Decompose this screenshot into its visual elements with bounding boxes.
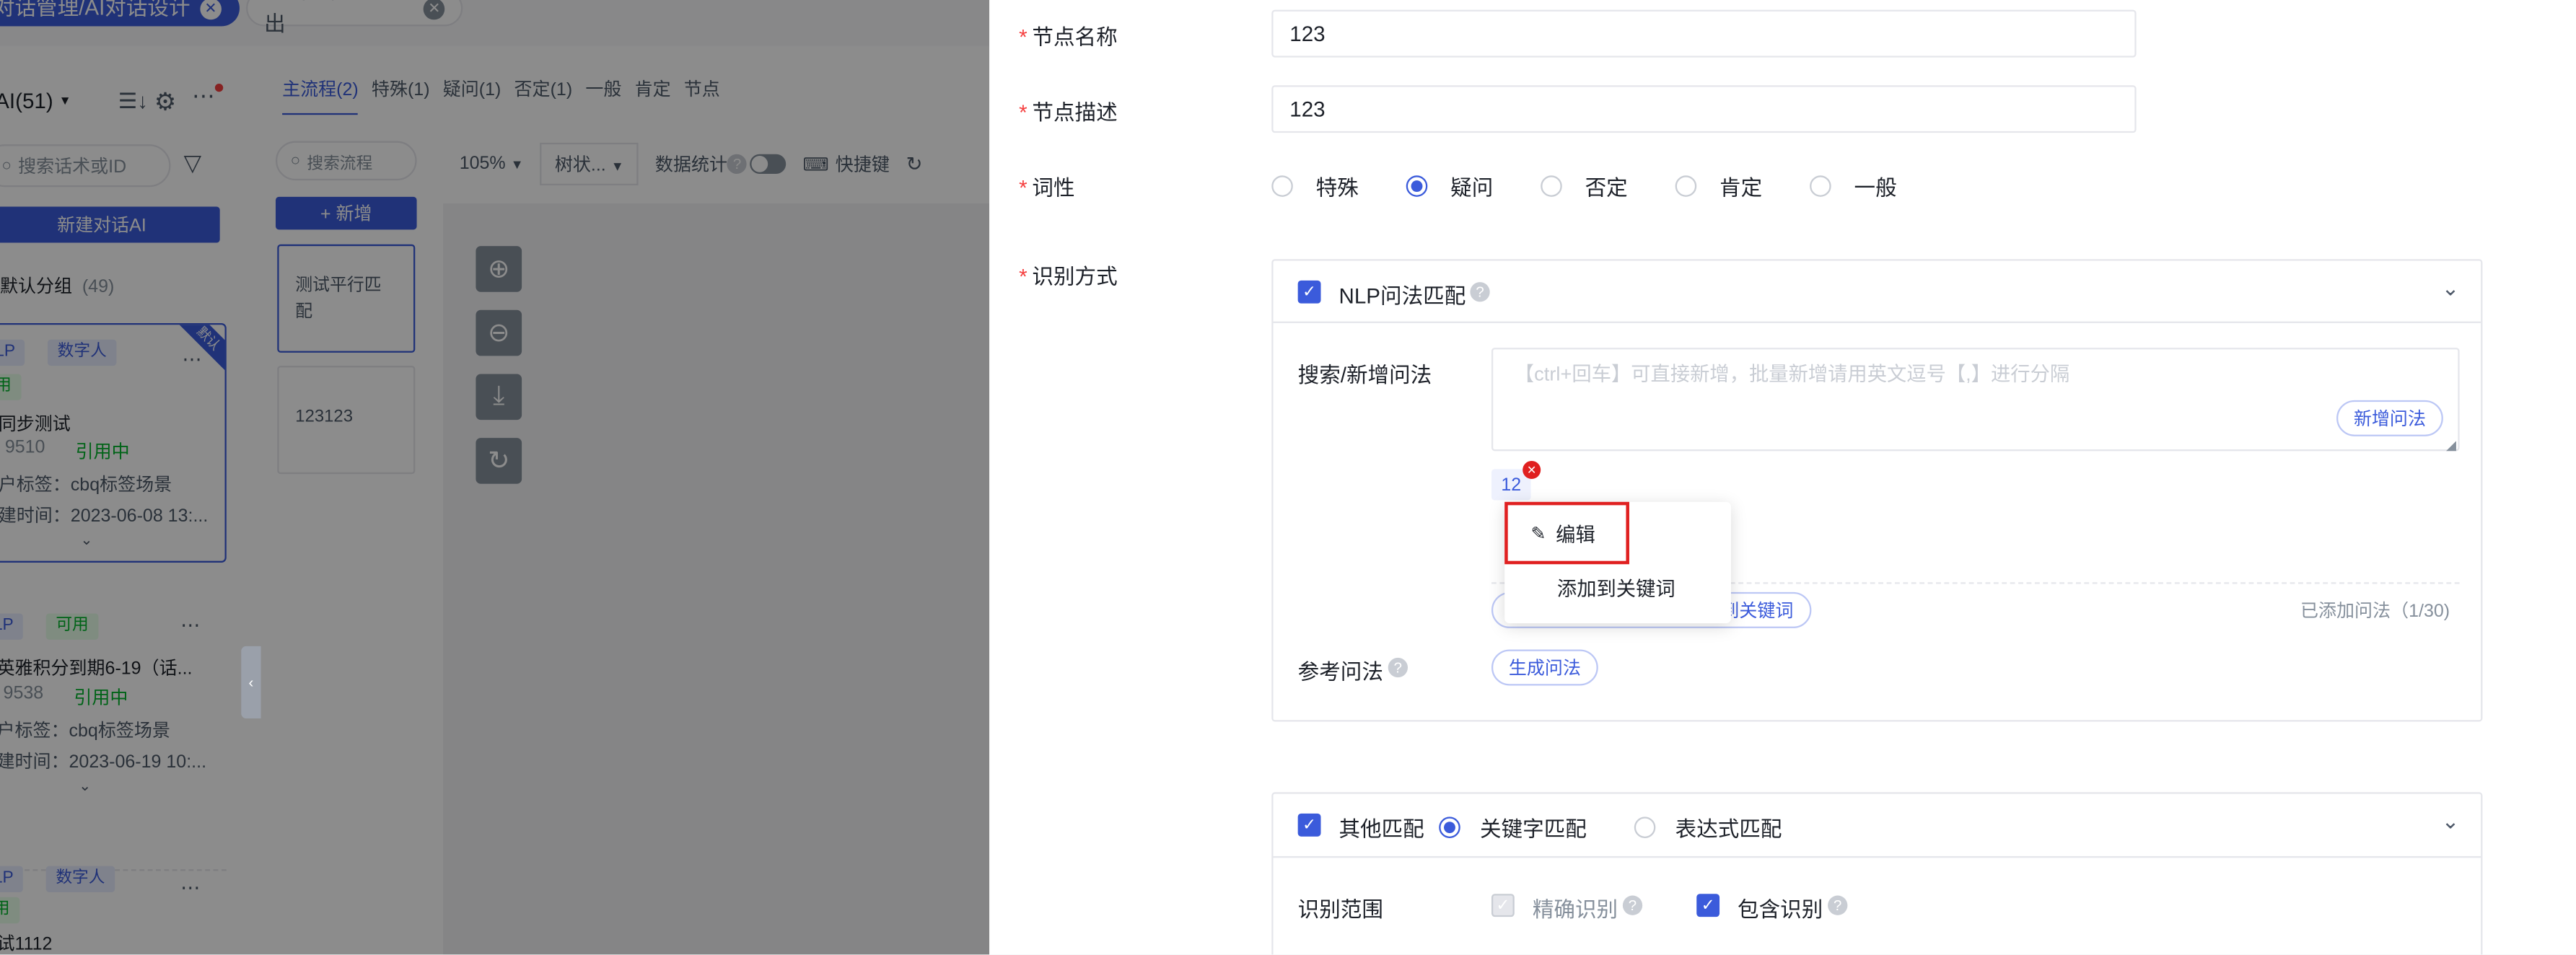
collapse-handle[interactable]: ‹	[241, 646, 261, 718]
pencil-icon: ✎	[1530, 524, 1546, 544]
nlp-title: NLP问法匹配	[1339, 283, 1466, 309]
node-edit-drawer: * 节点名称 123 * 节点描述 123 * 词性 特殊 疑问 否定 肯定 一般 *…	[989, 0, 2576, 955]
chevron-left-icon: ‹	[248, 674, 254, 691]
other-match-section: ✓ 其他匹配 关键字匹配 表达式匹配 ⌄ 识别范围 ✓ 精确识别 ? ✓ 包含识…	[1271, 792, 2483, 955]
contain-checkbox[interactable]: ✓	[1696, 894, 1720, 917]
chip-context-menu: ✎ 编辑 添加到关键词	[1504, 501, 1731, 624]
radio-icon	[1675, 175, 1697, 197]
exact-checkbox: ✓	[1491, 894, 1515, 917]
radio-icon	[1271, 175, 1293, 197]
radio-icon	[1541, 175, 1562, 197]
menu-label: 编辑	[1556, 522, 1595, 546]
help-icon[interactable]: ?	[1828, 895, 1848, 915]
expression-match-radio[interactable]: 表达式匹配	[1634, 812, 1782, 843]
textarea-placeholder: 【ctrl+回车】可直接新增，批量新增请用英文逗号【,】进行分隔	[1514, 362, 2070, 386]
chevron-down-icon[interactable]: ⌄	[2442, 276, 2460, 302]
question-count: 已添加问法（1/30)	[2300, 602, 2450, 622]
pos-option-positive[interactable]: 肯定	[1675, 170, 1762, 201]
generate-question-button[interactable]: 生成问法	[1491, 649, 1598, 686]
radio-icon	[1439, 817, 1460, 838]
range-label: 识别范围	[1297, 897, 1383, 922]
menu-item-add-keyword[interactable]: 添加到关键词	[1557, 574, 1675, 602]
recog-label: * 识别方式	[1019, 264, 1118, 289]
radio-icon	[1810, 175, 1831, 197]
pos-option-negative[interactable]: 否定	[1541, 170, 1628, 201]
contain-label: 包含识别	[1738, 897, 1823, 922]
other-title: 其他匹配	[1339, 817, 1424, 842]
help-icon[interactable]: ?	[1388, 657, 1409, 678]
help-icon[interactable]: ?	[1622, 895, 1643, 915]
keyword-match-radio[interactable]: 关键字匹配	[1439, 812, 1587, 843]
search-add-label: 搜索/新增问法	[1297, 362, 1432, 387]
screen: 对话管理/AI对话设计 ✕ 呼叫中台/AI呼出 ✕ AI(51) ▾ ☰↓ ⚙ …	[0, 0, 2576, 955]
node-desc-label: * 节点描述	[1019, 100, 1118, 125]
pos-option-special[interactable]: 特殊	[1271, 170, 1359, 201]
chevron-down-icon[interactable]: ⌄	[2442, 809, 2460, 835]
remove-chip-icon[interactable]: ✕	[1523, 460, 1541, 479]
pos-label: * 词性	[1019, 175, 1075, 201]
button-label: 到关键词	[1721, 602, 1794, 622]
resize-icon[interactable]: ◢	[2446, 438, 2456, 452]
radio-icon	[1406, 175, 1428, 197]
menu-item-edit[interactable]: ✎ 编辑	[1504, 501, 1629, 565]
pos-option-question[interactable]: 疑问	[1406, 170, 1493, 201]
exact-label: 精确识别	[1532, 897, 1618, 922]
modal-mask[interactable]	[0, 0, 990, 955]
radio-icon	[1634, 817, 1656, 838]
nlp-checkbox[interactable]: ✓	[1297, 280, 1321, 304]
node-name-label: * 节点名称	[1019, 25, 1118, 50]
question-textarea[interactable]: 【ctrl+回车】可直接新增，批量新增请用英文逗号【,】进行分隔 新增问法 ◢	[1491, 348, 2460, 453]
pos-option-general[interactable]: 一般	[1810, 170, 1897, 201]
help-icon[interactable]: ?	[1470, 282, 1490, 302]
add-question-button[interactable]: 新增问法	[2336, 400, 2443, 436]
other-checkbox[interactable]: ✓	[1297, 813, 1321, 837]
node-desc-input[interactable]: 123	[1271, 85, 2137, 133]
node-name-input[interactable]: 123	[1271, 9, 2137, 58]
nlp-match-section: ✓ NLP问法匹配 ? ⌄ 搜索/新增问法 【ctrl+回车】可直接新增，批量新…	[1271, 259, 2483, 722]
ref-question-label: 参考问法	[1297, 659, 1383, 685]
